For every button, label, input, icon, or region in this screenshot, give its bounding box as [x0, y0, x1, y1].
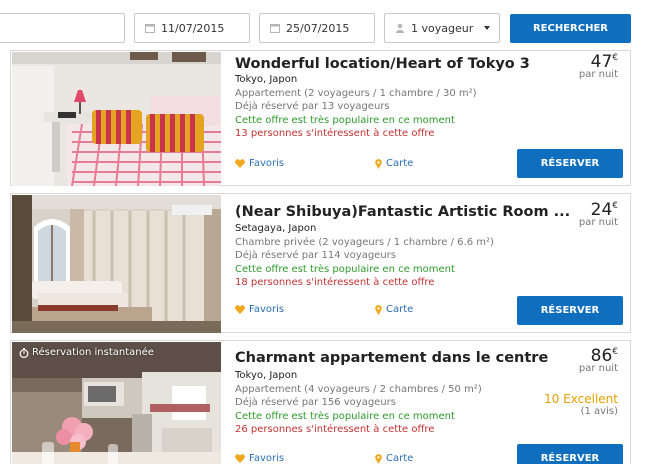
- calendar-icon: [145, 23, 155, 33]
- favorite-label: Favoris: [249, 453, 285, 464]
- listing-info: Tokyo, Japon Appartement (2 voyageurs / …: [235, 73, 477, 141]
- search-button[interactable]: RECHERCHER: [510, 14, 631, 43]
- checkout-field[interactable]: 25/07/2015: [259, 13, 375, 43]
- listing-rating: 10 Excellent (1 avis): [544, 392, 618, 417]
- favorite-button[interactable]: Favoris: [235, 158, 284, 169]
- listing-card: Wonderful location/Heart of Tokyo 3 Toky…: [10, 50, 631, 186]
- heart-icon: [235, 159, 245, 168]
- map-pin-icon: [375, 158, 382, 169]
- rating-score: 10 Excellent: [544, 392, 618, 406]
- instant-booking-badge: Réservation instantanée: [19, 347, 154, 358]
- listing-title[interactable]: Charmant appartement dans le centre: [235, 350, 548, 366]
- listing-city: Tokyo, Japon: [235, 74, 298, 85]
- listing-card: (Near Shibuya)Fantastic Artistic Room ..…: [10, 193, 631, 333]
- price-currency: €: [612, 347, 618, 357]
- heart-icon: [235, 454, 245, 463]
- listing-city: Tokyo, Japon: [235, 370, 298, 381]
- heart-icon: [235, 305, 245, 314]
- listing-photo[interactable]: Réservation instantanée: [12, 342, 221, 464]
- calendar-icon: [270, 23, 280, 33]
- listing-popular: Cette offre est très populaire en ce mom…: [235, 410, 455, 422]
- book-button[interactable]: RÉSERVER: [517, 149, 623, 178]
- listing-price: 86€ par nuit: [579, 346, 618, 374]
- checkin-value: 11/07/2015: [161, 21, 225, 35]
- price-currency: €: [612, 201, 618, 211]
- listing-booked: Déjà réservé par 114 voyageurs: [235, 250, 396, 261]
- listing-card: Réservation instantanée Charmant apparte…: [10, 340, 631, 464]
- map-pin-icon: [375, 304, 382, 315]
- map-link[interactable]: Carte: [375, 453, 413, 464]
- listing-title[interactable]: (Near Shibuya)Fantastic Artistic Room ..…: [235, 204, 570, 220]
- listing-photo[interactable]: [12, 52, 221, 186]
- rating-count: (1 avis): [580, 406, 618, 417]
- favorite-button[interactable]: Favoris: [235, 453, 284, 464]
- price-per-night: par nuit: [578, 217, 618, 228]
- map-link[interactable]: Carte: [375, 304, 413, 315]
- listing-booked: Déjà réservé par 156 voyageurs: [235, 397, 396, 408]
- map-label: Carte: [386, 158, 414, 169]
- listing-popular: Cette offre est très populaire en ce mom…: [235, 263, 455, 275]
- price-currency: €: [612, 53, 618, 63]
- favorite-label: Favoris: [249, 304, 285, 315]
- listing-interest: 13 personnes s'intéressent à cette offre: [235, 128, 435, 139]
- listing-interest: 26 personnes s'intéressent à cette offre: [235, 424, 435, 435]
- book-button[interactable]: RÉSERVER: [517, 296, 623, 325]
- person-icon: [395, 23, 405, 33]
- guests-value: 1 voyageur: [411, 21, 474, 35]
- listing-photo[interactable]: [12, 195, 221, 333]
- checkin-field[interactable]: 11/07/2015: [134, 13, 250, 43]
- listing-city: Setagaya, Japon: [235, 223, 317, 234]
- listing-detail: Appartement (2 voyageurs / 1 chambre / 3…: [235, 87, 477, 99]
- price-per-night: par nuit: [578, 363, 618, 374]
- listing-detail: Chambre privée (2 voyageurs / 1 chambre …: [235, 236, 494, 248]
- price-per-night: par nuit: [578, 69, 618, 80]
- favorite-label: Favoris: [249, 158, 285, 169]
- listing-info: Tokyo, Japon Appartement (4 voyageurs / …: [235, 369, 482, 437]
- map-link[interactable]: Carte: [375, 158, 413, 169]
- listing-booked: Déjà réservé par 13 voyageurs: [235, 101, 390, 112]
- map-label: Carte: [386, 453, 414, 464]
- guests-select[interactable]: 1 voyageur: [384, 13, 500, 43]
- search-bar: 11/07/2015 25/07/2015 1 voyageur RECHERC…: [0, 0, 648, 50]
- listing-interest: 18 personnes s'intéressent à cette offre: [235, 277, 435, 288]
- listing-price: 47€ par nuit: [579, 52, 618, 80]
- listing-title[interactable]: Wonderful location/Heart of Tokyo 3: [235, 56, 530, 72]
- checkout-value: 25/07/2015: [286, 21, 350, 35]
- destination-field[interactable]: [0, 13, 125, 43]
- favorite-button[interactable]: Favoris: [235, 304, 284, 315]
- listing-info: Setagaya, Japon Chambre privée (2 voyage…: [235, 222, 494, 290]
- listing-detail: Appartement (4 voyageurs / 2 chambres / …: [235, 383, 482, 395]
- instant-booking-label: Réservation instantanée: [32, 347, 154, 358]
- listing-price: 24€ par nuit: [579, 200, 618, 228]
- map-label: Carte: [386, 304, 414, 315]
- chevron-down-icon: [484, 26, 490, 30]
- book-button[interactable]: RÉSERVER: [517, 444, 623, 464]
- stopwatch-icon: [19, 347, 29, 358]
- listing-popular: Cette offre est très populaire en ce mom…: [235, 114, 455, 126]
- map-pin-icon: [375, 453, 382, 464]
